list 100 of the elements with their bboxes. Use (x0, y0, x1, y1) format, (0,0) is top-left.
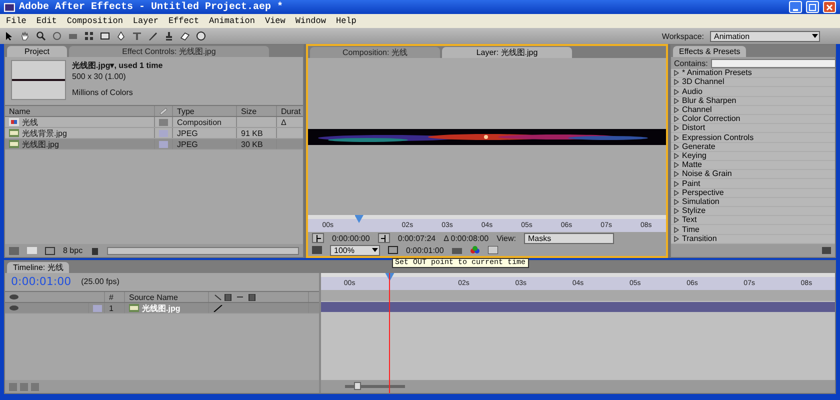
effect-category[interactable]: Generate (671, 142, 835, 152)
item-name: 光线 (22, 116, 38, 128)
scrollbar[interactable] (106, 246, 299, 254)
project-row[interactable]: 光线 Composition Δ (5, 117, 303, 128)
viewer-tab[interactable]: Layer: 光线图.jpg (442, 47, 572, 58)
effect-category[interactable]: Blur & Sharpen (671, 96, 835, 106)
rgb-icon[interactable] (470, 246, 480, 254)
effect-category[interactable]: Expression Controls (671, 133, 835, 143)
thumbnail (11, 60, 66, 100)
region-icon[interactable] (388, 246, 398, 254)
in-time: 0:00:00:00 (332, 234, 370, 242)
composition-icon[interactable] (45, 246, 55, 254)
column-header[interactable]: Name (9, 106, 30, 116)
frame-rate: (25.00 fps) (81, 276, 120, 286)
menu-item[interactable]: Edit (36, 16, 57, 26)
column-header[interactable]: # (109, 292, 114, 302)
item-type: JPEG (177, 128, 198, 138)
viewer-tab[interactable]: Composition: 光线 (310, 47, 440, 58)
effect-category[interactable]: Paint (671, 179, 835, 189)
playhead[interactable] (354, 215, 364, 223)
stamp-icon[interactable] (164, 31, 174, 41)
workspace-dropdown[interactable]: Animation (710, 30, 820, 42)
bit-depth[interactable]: 8 bpc (63, 246, 83, 255)
item-dimensions: 500 x 30 (1.00) (72, 72, 127, 81)
text-icon[interactable] (132, 31, 142, 41)
menu-item[interactable]: File (6, 16, 26, 26)
current-time[interactable]: 0:00:01:00 (406, 246, 444, 254)
grid-icon[interactable] (488, 246, 498, 254)
view-dropdown[interactable]: Masks (524, 232, 614, 244)
app-icon (4, 2, 15, 12)
project-row[interactable]: 光线图.jpg JPEG 30 KB (5, 139, 303, 150)
column-header[interactable]: Size (241, 106, 257, 116)
slider-thumb[interactable] (354, 382, 361, 390)
maximize-button[interactable] (806, 1, 819, 13)
project-row[interactable]: 光线背景.jpg JPEG 91 KB (5, 128, 303, 139)
label-icon[interactable] (159, 107, 168, 115)
composition-icon (9, 118, 19, 126)
effect-category[interactable]: Color Correction (671, 115, 835, 124)
item-type: JPEG (177, 140, 198, 148)
window-title: Adobe After Effects - Untitled Project.aep * (19, 2, 284, 12)
item-name: 光线图.jpg▾, used 1 time (72, 60, 163, 71)
bracket-icon (381, 234, 386, 242)
effect-category[interactable]: 3D Channel (671, 78, 835, 88)
menu-item[interactable]: Effect (168, 16, 200, 26)
move-icon[interactable] (196, 31, 206, 41)
footage-icon (129, 304, 139, 312)
close-button[interactable] (823, 1, 836, 13)
quality-icon[interactable] (213, 304, 223, 312)
brush-icon[interactable] (148, 31, 158, 41)
menu-item[interactable]: Layer (132, 16, 158, 26)
caret-icon (371, 247, 379, 253)
effect-category[interactable]: Stylize (671, 207, 835, 216)
grid-icon[interactable] (84, 31, 94, 41)
view-label: View: (496, 234, 516, 242)
zoom-dropdown[interactable]: 100% (330, 244, 380, 256)
layer-name: 光线图.jpg (142, 302, 180, 314)
menu-item[interactable]: View (264, 16, 286, 26)
minimize-button[interactable] (789, 1, 802, 13)
zoom-slider[interactable] (345, 385, 405, 388)
menu-item[interactable]: Help (336, 16, 356, 26)
item-type: Composition (177, 118, 222, 126)
effect-category[interactable]: Text (671, 216, 835, 226)
workspace-label: Workspace: (662, 32, 704, 40)
column-header[interactable]: Durat (281, 106, 301, 116)
search-icon[interactable] (36, 31, 46, 41)
set-in-button[interactable] (312, 233, 324, 243)
effect-category[interactable]: Audio (671, 87, 835, 97)
effect-category[interactable]: Channel (671, 106, 835, 116)
timeline-tab[interactable]: Timeline: 光线 (7, 262, 70, 273)
eraser-icon[interactable] (180, 31, 190, 41)
layer-row[interactable]: 1 光线图.jpg (5, 303, 319, 314)
effect-category[interactable]: Simulation (671, 198, 835, 208)
effect-category[interactable]: Matte (671, 161, 835, 170)
contains-label: Contains: (674, 58, 708, 68)
effect-category[interactable]: Perspective (671, 188, 835, 198)
caret-icon (811, 33, 819, 39)
close-icon (826, 4, 833, 10)
menu-item[interactable]: Animation (209, 16, 255, 26)
set-out-button[interactable] (378, 233, 390, 243)
bracket-icon (316, 234, 320, 242)
column-header[interactable]: Type (177, 106, 194, 116)
effect-category[interactable]: Noise & Grain (671, 170, 835, 180)
menu-item[interactable]: Window (295, 16, 326, 26)
out-time: 0:00:07:24 (398, 234, 436, 242)
item-colors: Millions of Colors (72, 88, 134, 97)
rectangle-icon[interactable] (100, 31, 110, 41)
effect-category[interactable]: Keying (671, 152, 835, 162)
arrow-icon[interactable] (4, 31, 14, 41)
effect-category[interactable]: Time (671, 225, 835, 235)
panel-tab[interactable]: Effect Controls: 光线图.jpg (69, 46, 269, 57)
layer-number: 1 (109, 304, 114, 312)
hand-icon[interactable] (20, 31, 30, 41)
panel-tab[interactable]: Project (7, 46, 67, 57)
menu-item[interactable]: Composition (66, 16, 123, 26)
trash-icon[interactable] (90, 246, 99, 255)
column-header[interactable]: Source Name (129, 292, 178, 302)
effect-category[interactable]: Distort (671, 124, 835, 134)
effect-category[interactable]: * Animation Presets (671, 69, 835, 78)
effects-tab[interactable]: Effects & Presets (673, 46, 746, 57)
pen-icon[interactable] (116, 31, 126, 41)
